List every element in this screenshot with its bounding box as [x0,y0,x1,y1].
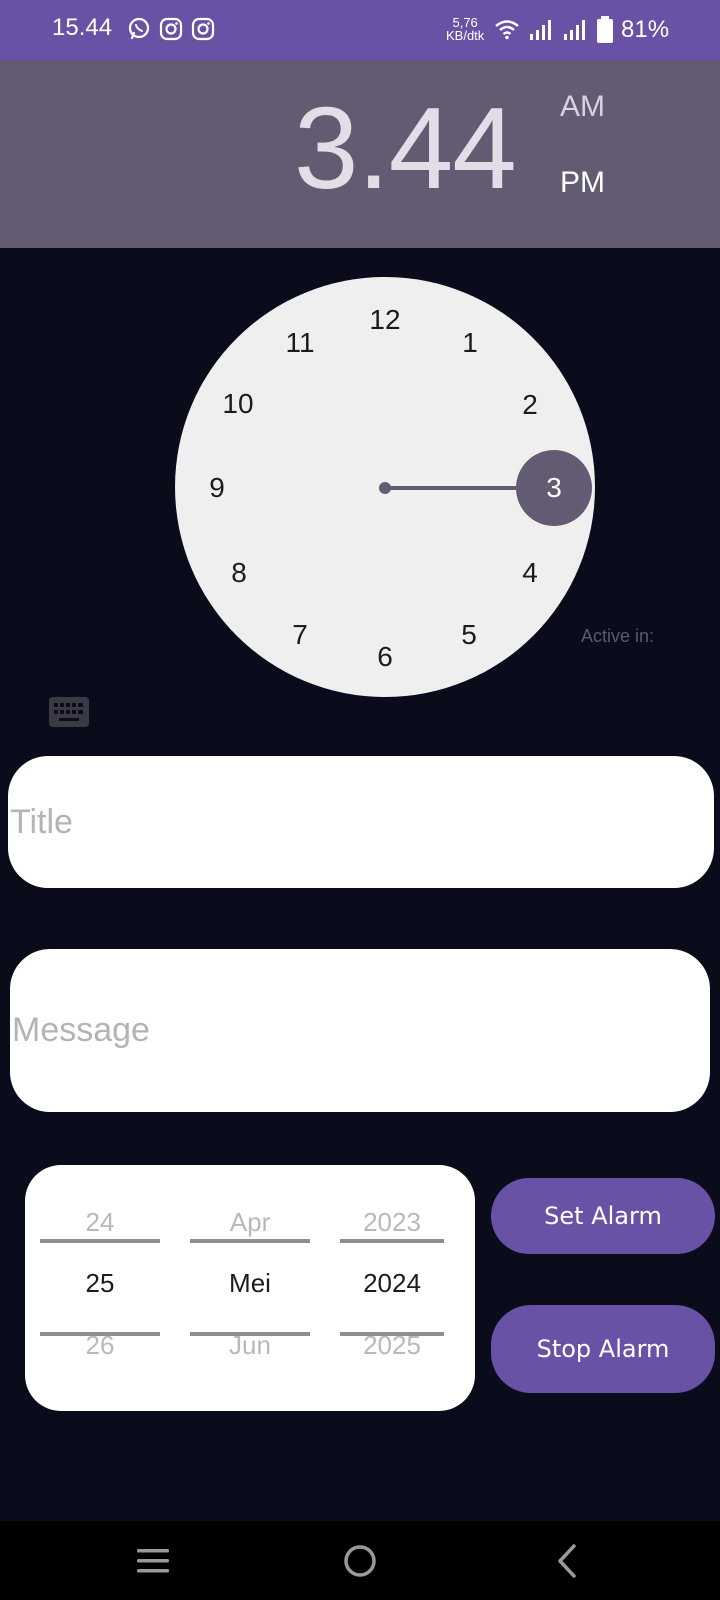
day-prev[interactable]: 24 [40,1207,160,1238]
clock-number-5[interactable]: 5 [439,615,499,655]
alarm-screen: 15.44 5,76 KB/dtk 81% 3.44 AM PM 12 1 2 … [0,0,720,1600]
time-separator: . [357,83,390,213]
divider [340,1239,444,1243]
day-next[interactable]: 26 [40,1330,160,1361]
clock-number-7[interactable]: 7 [270,615,330,655]
pm-toggle[interactable]: PM [560,166,605,200]
menu-icon[interactable] [133,1541,173,1581]
whatsapp-icon [128,17,150,40]
keyboard-icon[interactable] [49,697,89,727]
clock-selected-number[interactable]: 3 [516,450,592,526]
message-input[interactable] [10,949,710,1112]
minute-display[interactable]: 44 [389,83,517,213]
instagram-icon [159,17,183,41]
clock-number-11[interactable]: 11 [270,323,330,363]
network-speed-unit: KB/dtk [446,28,485,43]
clock-number-8[interactable]: 8 [209,553,269,593]
active-in-label: Active in: [581,626,655,646]
year-prev[interactable]: 2023 [340,1207,444,1238]
am-toggle[interactable]: AM [560,90,605,124]
stop-alarm-button[interactable]: Stop Alarm [491,1305,715,1393]
year-next[interactable]: 2025 [340,1330,444,1361]
clock-number-4[interactable]: 4 [500,553,560,593]
year-wheel[interactable]: 2023 2024 2025 [340,1165,444,1411]
month-wheel[interactable]: Apr Mei Jun [190,1165,310,1411]
month-next[interactable]: Jun [190,1330,310,1361]
signal-icon [564,20,585,40]
signal-icon [530,20,551,40]
day-current[interactable]: 25 [40,1268,160,1299]
clock-number-6[interactable]: 6 [355,637,415,677]
clock-number-1[interactable]: 1 [440,323,500,363]
divider [190,1239,310,1243]
set-alarm-button[interactable]: Set Alarm [491,1178,715,1254]
month-current[interactable]: Mei [190,1268,310,1299]
battery-percent: 81% [621,16,670,43]
month-prev[interactable]: Apr [190,1207,310,1238]
status-time: 15.44 [52,14,113,41]
status-bar: 15.44 5,76 KB/dtk 81% [0,0,720,60]
back-icon[interactable] [548,1541,588,1581]
instagram-icon [191,17,215,41]
clock-number-9[interactable]: 9 [187,468,247,508]
clock-number-10[interactable]: 10 [208,384,268,424]
battery-icon [597,16,613,43]
title-input[interactable] [8,756,714,888]
year-current[interactable]: 2024 [340,1268,444,1299]
home-icon[interactable] [340,1541,380,1581]
time-display: 3.44 [294,90,517,206]
clock-number-2[interactable]: 2 [500,385,560,425]
navigation-bar [0,1521,720,1600]
wifi-icon [495,20,519,40]
clock-number-12[interactable]: 12 [355,300,415,340]
hour-display[interactable]: 3 [294,83,359,213]
day-wheel[interactable]: 24 25 26 [40,1165,160,1411]
network-speed: 5,76 KB/dtk [446,16,484,42]
divider [40,1239,160,1243]
date-picker[interactable]: 24 25 26 Apr Mei Jun 2023 2024 2025 [25,1165,475,1411]
